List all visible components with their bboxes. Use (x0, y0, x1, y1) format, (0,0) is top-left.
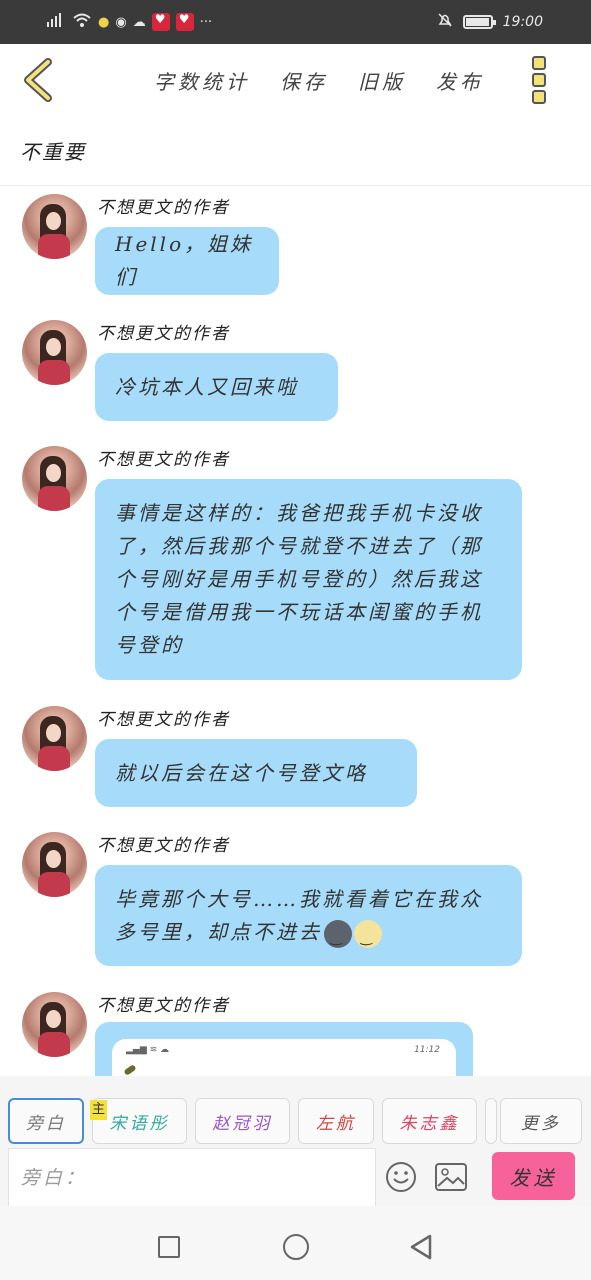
nav-back-icon[interactable] (408, 1233, 434, 1261)
system-nav-bar (0, 1206, 591, 1280)
more-characters-button[interactable]: 更多 (500, 1098, 582, 1144)
leaf-icon (123, 1064, 137, 1076)
wifi-icon (72, 12, 92, 32)
signal-icon (46, 12, 66, 32)
screenshot-time: 11:12 (414, 1045, 440, 1055)
back-arrow-icon (24, 58, 52, 102)
signal-icon: ▂▄▆ ≋ ☁ (126, 1045, 170, 1055)
recent-apps-icon[interactable] (158, 1236, 180, 1258)
sender-name: 不想更文的作者 (97, 450, 230, 470)
main-badge: 主 (90, 1100, 107, 1120)
send-button[interactable]: 发送 (492, 1152, 575, 1200)
character-zhao-guanyu[interactable]: 赵冠羽 (195, 1098, 290, 1144)
character-narrator[interactable]: 旁白 (8, 1098, 84, 1144)
clock-time: 19:00 (502, 14, 543, 30)
menu-dot-icon (532, 56, 546, 70)
more-notifications-icon: ··· (199, 14, 213, 30)
image-message[interactable]: ▂▄▆ ≋ ☁ 11:12 (95, 1022, 473, 1076)
home-icon[interactable] (283, 1234, 309, 1260)
status-bar: ● ◉ ☁ ··· 19:00 (0, 0, 591, 44)
sender-name: 不想更文的作者 (97, 710, 230, 730)
character-partial[interactable] (485, 1098, 497, 1144)
message-list[interactable]: 不想更文的作者 Hello，姐妹们 不想更文的作者 冷坑本人又回来啦 不想更文的… (0, 186, 591, 1076)
emoji-button[interactable] (384, 1160, 418, 1194)
full-moon-face-icon (354, 919, 382, 955)
message-input[interactable] (9, 1149, 375, 1206)
smiley-icon (386, 1162, 416, 1192)
character-zhu-zhixin[interactable]: 朱志鑫 (382, 1098, 477, 1144)
sender-name: 不想更文的作者 (97, 996, 230, 1016)
message-bubble[interactable]: 事情是这样的：我爸把我手机卡没收了，然后我那个号就登不进去了（那个号刚好是用手机… (95, 479, 522, 680)
more-menu-button[interactable] (532, 56, 554, 104)
character-selector[interactable]: 旁白 主 宋语彤 赵冠羽 左航 朱志鑫 更多 (0, 1076, 591, 1146)
message-bubble[interactable]: 毕竟那个大号……我就看着它在我众多号里，却点不进去 (95, 865, 522, 966)
save-button[interactable]: 保存 (280, 66, 328, 95)
composer: 旁白 主 宋语彤 赵冠羽 左航 朱志鑫 更多 发送 (0, 1076, 591, 1206)
avatar[interactable] (22, 446, 87, 511)
avatar[interactable] (22, 832, 87, 897)
old-version-button[interactable]: 旧版 (358, 66, 406, 95)
penguin-icon: ◉ (115, 14, 127, 30)
publish-button[interactable]: 发布 (436, 66, 484, 95)
message-bubble[interactable]: 就以后会在这个号登文咯 (95, 739, 417, 807)
app-badge-icon (151, 12, 170, 31)
top-toolbar: 字数统计 保存 旧版 发布 (0, 44, 591, 116)
battery-icon (462, 15, 496, 29)
menu-dot-icon (532, 90, 546, 104)
sender-name: 不想更文的作者 (97, 198, 230, 218)
sender-name: 不想更文的作者 (97, 836, 230, 856)
cloud-icon: ☁ (132, 14, 146, 30)
sender-name: 不想更文的作者 (97, 324, 230, 344)
character-zuo-hang[interactable]: 左航 (298, 1098, 374, 1144)
bulb-icon: ● (98, 14, 110, 30)
image-button[interactable] (434, 1162, 468, 1192)
avatar[interactable] (22, 194, 87, 259)
new-moon-face-icon (324, 919, 352, 955)
word-count-button[interactable]: 字数统计 (154, 66, 250, 95)
back-button[interactable] (18, 56, 62, 104)
chat-title[interactable]: 不重要 (20, 136, 86, 165)
message-input-box[interactable] (8, 1148, 376, 1206)
app-badge-icon (175, 12, 194, 31)
status-icons-right: 19:00 (437, 12, 543, 32)
status-icons-left: ● ◉ ☁ ··· (46, 12, 212, 32)
message-text: 毕竟那个大号……我就看着它在我众多号里，却点不进去 (115, 887, 483, 944)
avatar[interactable] (22, 320, 87, 385)
message-bubble[interactable]: Hello，姐妹们 (95, 227, 279, 295)
message-bubble[interactable]: 冷坑本人又回来啦 (95, 353, 338, 421)
mute-bell-icon (437, 12, 453, 32)
menu-dot-icon (532, 73, 546, 87)
picture-icon (435, 1163, 467, 1191)
avatar[interactable] (22, 706, 87, 771)
avatar[interactable] (22, 992, 87, 1057)
screenshot-image: ▂▄▆ ≋ ☁ 11:12 (112, 1039, 456, 1076)
